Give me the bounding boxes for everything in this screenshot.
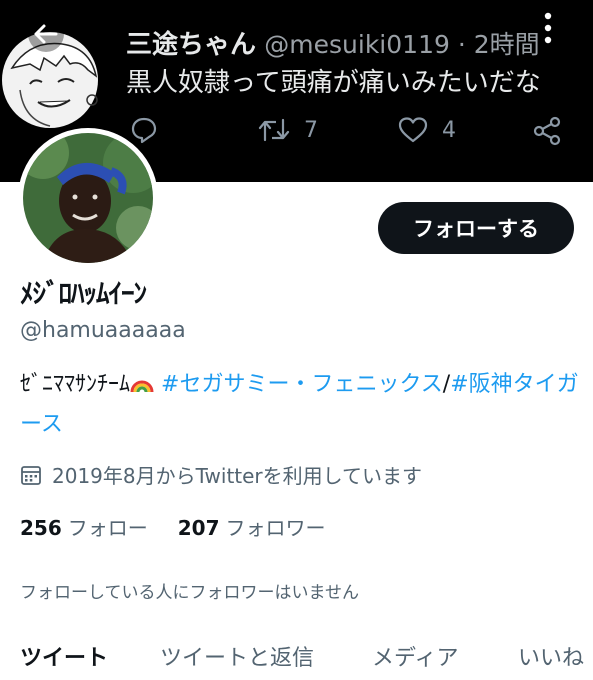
banner-like-count: 4 [442,117,456,143]
banner-like-action: 4 [398,116,456,144]
more-vertical-icon [544,12,552,44]
rainbow-emoji [130,368,154,406]
banner-retweet-count: 7 [304,117,318,143]
banner-retweet-action: 7 [258,116,318,144]
more-options-button[interactable] [538,8,558,48]
banner-share-action [532,116,562,146]
banner-tweet-handle: @mesuiki0119 · 2時間 [264,30,540,59]
following-link[interactable]: 256 フォロー [20,512,148,541]
banner-tweet-header: 三途ちゃん @mesuiki0119 · 2時間 [126,24,540,61]
profile-bio: ｾﾞﾆﾏﾏｻﾝﾁｰﾑ #セガサミー・フェニックス/#阪神タイガース [20,366,580,444]
arrow-left-icon [28,16,64,52]
banner-tweet-author: 三途ちゃん [126,30,257,60]
hashtag-link[interactable]: #セガサミー・フェニックス [161,372,443,397]
tab-media[interactable]: メディア [372,640,458,672]
mutual-followers-notice: フォローしている人にフォロワーはいません [20,583,359,603]
heart-icon [398,117,428,143]
banner-tweet-text: 黒人奴隷って頭痛が痛いみたいだな [126,68,541,98]
username: @hamuaaaaaa [20,318,186,343]
tab-tweets-and-replies[interactable]: ツイートと返信 [160,640,314,672]
share-icon [533,116,561,146]
joined-date: 2019年8月からTwitterを利用しています [20,460,422,489]
followers-link[interactable]: 207 フォロワー [178,512,326,541]
reply-icon [131,117,157,144]
retweet-icon [258,118,290,142]
display-name: ﾒｼﾞﾛﾊｯﾑｲｰﾝ [20,279,147,310]
bio-text: ｾﾞﾆﾏﾏｻﾝﾁｰﾑ [20,372,131,397]
following-count: 256 [20,516,62,540]
followers-count: 207 [177,516,220,540]
tab-likes[interactable]: いいね [518,640,584,672]
banner-reply-action [130,116,158,144]
follow-button[interactable]: フォローする [378,202,574,254]
calendar-icon [21,465,41,485]
profile-avatar[interactable] [18,128,158,268]
joined-text: 2019年8月からTwitterを利用しています [52,464,423,488]
followers-label: フォロワー [225,516,326,540]
back-button[interactable] [26,16,66,52]
tab-tweets[interactable]: ツイート [20,640,108,672]
banner-tweet-actions: 7 4 [126,116,576,156]
follow-counts: 256 フォロー 207 フォロワー [20,512,356,541]
following-label: フォロー [67,516,148,540]
profile-tabs: ツイート ツイートと返信 メディア いいね [0,638,593,680]
